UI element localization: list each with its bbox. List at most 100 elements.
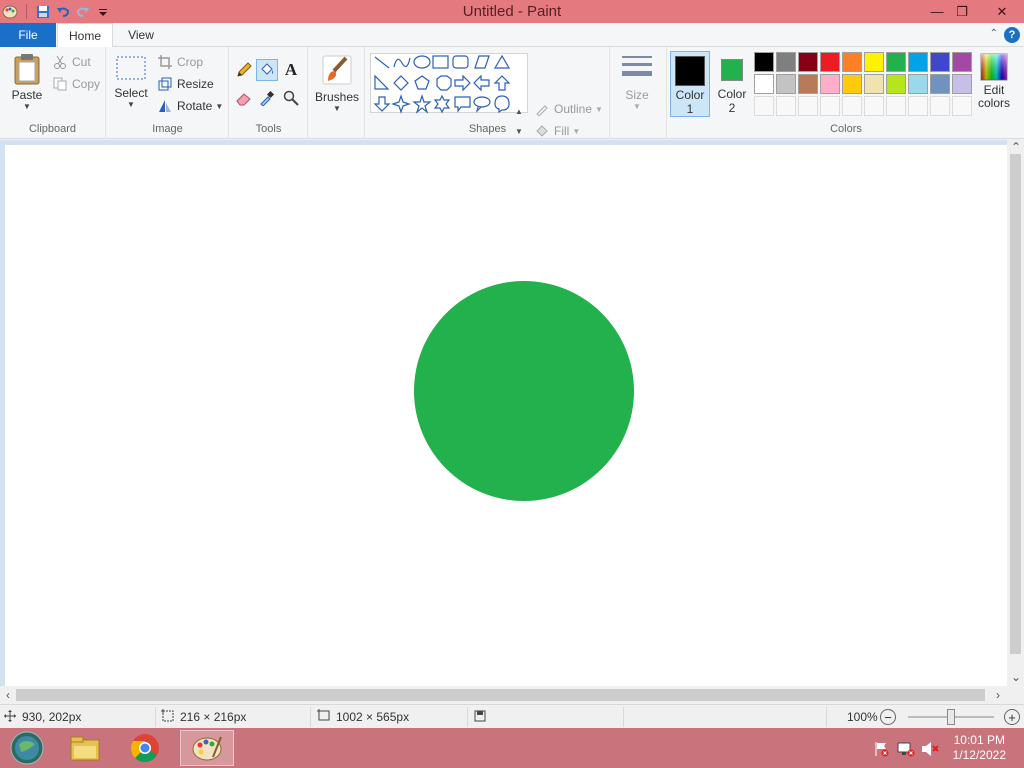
redo-icon[interactable] bbox=[73, 2, 93, 21]
scroll-right-icon[interactable]: › bbox=[991, 688, 1005, 702]
vertical-scroll-thumb[interactable] bbox=[1010, 154, 1021, 654]
palette-custom-slot[interactable] bbox=[798, 96, 818, 116]
file-size bbox=[474, 705, 486, 729]
customize-qat-icon[interactable] bbox=[93, 2, 113, 21]
palette-color-swatch[interactable] bbox=[864, 52, 884, 72]
clock-time: 10:01 PM bbox=[953, 733, 1005, 747]
taskbar-paint[interactable] bbox=[180, 730, 234, 766]
copy-button[interactable]: Copy bbox=[52, 74, 100, 94]
color-2-number: 2 bbox=[728, 101, 736, 115]
palette-custom-slot[interactable] bbox=[842, 96, 862, 116]
rotate-button[interactable]: Rotate ▼ bbox=[157, 96, 223, 116]
shapes-gallery bbox=[370, 53, 528, 114]
tab-file[interactable]: File bbox=[0, 23, 56, 47]
palette-custom-slot[interactable] bbox=[930, 96, 950, 116]
scroll-left-icon[interactable]: ‹ bbox=[1, 688, 15, 702]
folder-icon bbox=[70, 736, 100, 761]
palette-color-swatch[interactable] bbox=[864, 74, 884, 94]
cut-button[interactable]: Cut bbox=[52, 52, 91, 72]
palette-color-swatch[interactable] bbox=[754, 52, 774, 72]
palette-color-swatch[interactable] bbox=[798, 52, 818, 72]
close-button[interactable]: ✕ bbox=[984, 0, 1020, 23]
scroll-up-icon[interactable]: ⌃ bbox=[1009, 140, 1023, 154]
save-icon[interactable] bbox=[33, 2, 53, 21]
paint-app-icon[interactable] bbox=[0, 2, 20, 21]
select-button[interactable]: Select ▼ bbox=[111, 53, 151, 117]
palette-color-swatch[interactable] bbox=[908, 74, 928, 94]
taskbar-chrome[interactable] bbox=[118, 730, 172, 766]
palette-color-swatch[interactable] bbox=[798, 74, 818, 94]
eraser-tool[interactable] bbox=[233, 87, 255, 109]
color-picker-tool[interactable] bbox=[256, 87, 278, 109]
resize-button[interactable]: Resize bbox=[157, 74, 214, 94]
palette-custom-slot[interactable] bbox=[776, 96, 796, 116]
palette-color-swatch[interactable] bbox=[908, 52, 928, 72]
status-separator bbox=[826, 707, 827, 727]
undo-icon[interactable] bbox=[53, 2, 73, 21]
palette-color-swatch[interactable] bbox=[842, 74, 862, 94]
network-icon[interactable] bbox=[897, 740, 915, 758]
magnifier-tool[interactable] bbox=[280, 87, 302, 109]
palette-custom-slot[interactable] bbox=[908, 96, 928, 116]
outline-dropdown-icon: ▼ bbox=[595, 104, 603, 114]
tab-view[interactable]: View bbox=[114, 23, 168, 47]
color-1-button[interactable]: Color 1 bbox=[670, 51, 710, 117]
shapes-scroll-down-icon[interactable]: ▼ bbox=[513, 124, 525, 138]
palette-color-swatch[interactable] bbox=[820, 52, 840, 72]
horizontal-scrollbar[interactable]: ‹ › bbox=[0, 686, 1007, 704]
palette-custom-slot[interactable] bbox=[754, 96, 774, 116]
taskbar-file-explorer[interactable] bbox=[58, 730, 112, 766]
palette-color-swatch[interactable] bbox=[886, 74, 906, 94]
outline-button[interactable]: Outline ▼ bbox=[534, 99, 603, 119]
brushes-button[interactable]: Brushes ▼ bbox=[313, 53, 361, 117]
vertical-scrollbar[interactable]: ⌃ ⌄ bbox=[1007, 140, 1024, 686]
zoom-in-button[interactable]: + bbox=[1004, 705, 1020, 729]
palette-color-swatch[interactable] bbox=[842, 52, 862, 72]
collapse-ribbon-icon[interactable]: ⌃ bbox=[990, 28, 998, 39]
size-group: Size ▼ bbox=[611, 47, 667, 139]
scroll-down-icon[interactable]: ⌄ bbox=[1009, 670, 1023, 684]
palette-custom-slot[interactable] bbox=[952, 96, 972, 116]
palette-color-swatch[interactable] bbox=[776, 52, 796, 72]
drawing-canvas[interactable] bbox=[5, 145, 1007, 686]
palette-custom-slot[interactable] bbox=[864, 96, 884, 116]
status-bar: 930, 202px 216 × 216px 1002 × 565px 100%… bbox=[0, 704, 1024, 728]
action-center-icon[interactable] bbox=[873, 740, 891, 758]
help-icon[interactable]: ? bbox=[1004, 27, 1020, 43]
palette-color-swatch[interactable] bbox=[930, 52, 950, 72]
start-button[interactable] bbox=[0, 730, 54, 766]
move-cursor-icon bbox=[4, 709, 16, 725]
brushes-group: Brushes ▼ bbox=[309, 47, 365, 139]
palette-color-swatch[interactable] bbox=[776, 74, 796, 94]
palette-color-swatch[interactable] bbox=[952, 52, 972, 72]
palette-color-swatch[interactable] bbox=[930, 74, 950, 94]
palette-custom-slot[interactable] bbox=[820, 96, 840, 116]
palette-custom-slot[interactable] bbox=[886, 96, 906, 116]
zoom-out-button[interactable]: − bbox=[880, 705, 896, 729]
line-size-icon bbox=[622, 56, 652, 76]
crop-button[interactable]: Crop bbox=[157, 52, 203, 72]
fill-bucket-tool[interactable] bbox=[256, 59, 278, 81]
palette-color-swatch[interactable] bbox=[886, 52, 906, 72]
color-2-button[interactable]: Color 2 bbox=[712, 51, 752, 117]
cursor-position: 930, 202px bbox=[4, 705, 81, 729]
quick-access-toolbar bbox=[0, 2, 113, 21]
palette-color-swatch[interactable] bbox=[820, 74, 840, 94]
system-clock[interactable]: 10:01 PM 1/12/2022 bbox=[953, 733, 1006, 763]
fill-button[interactable]: Fill ▼ bbox=[534, 121, 580, 141]
crop-label: Crop bbox=[177, 55, 204, 69]
zoom-slider-thumb[interactable] bbox=[947, 709, 955, 725]
tab-home[interactable]: Home bbox=[57, 23, 113, 48]
palette-color-swatch[interactable] bbox=[952, 74, 972, 94]
zoom-slider[interactable] bbox=[908, 705, 994, 729]
pencil-tool[interactable] bbox=[233, 59, 255, 81]
edit-colors-button[interactable]: Edit colors bbox=[972, 53, 1016, 117]
horizontal-scroll-thumb[interactable] bbox=[16, 689, 985, 701]
palette-color-swatch[interactable] bbox=[754, 74, 774, 94]
paste-button[interactable]: Paste ▼ bbox=[6, 53, 48, 117]
text-tool[interactable]: A bbox=[280, 59, 302, 81]
shapes-scroll-up-icon[interactable]: ▲ bbox=[513, 104, 525, 118]
maximize-button[interactable]: ❐ bbox=[947, 0, 977, 23]
size-button[interactable]: Size ▼ bbox=[617, 53, 657, 117]
volume-muted-icon[interactable] bbox=[921, 740, 939, 758]
